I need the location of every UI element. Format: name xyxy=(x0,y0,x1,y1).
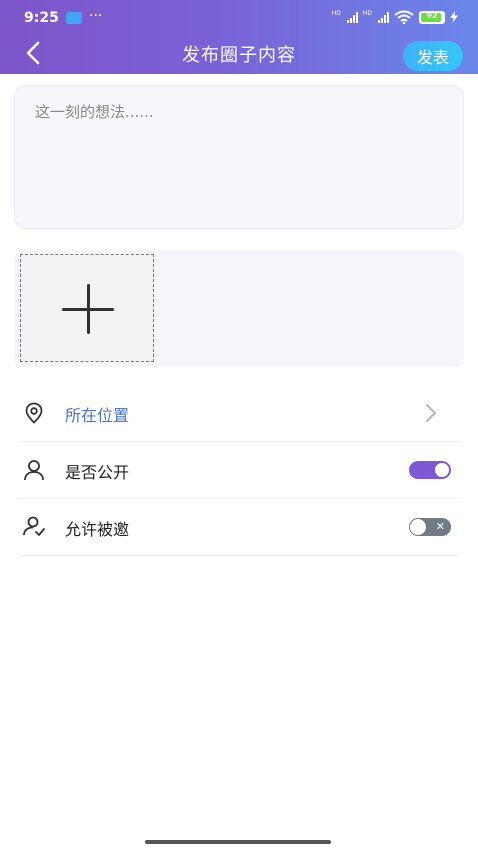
battery-icon: 92 xyxy=(419,10,445,24)
location-row[interactable]: 所在位置 xyxy=(18,384,460,442)
signal-icon xyxy=(346,11,358,23)
allow-invite-label: 允许被邀 xyxy=(65,520,130,539)
close-icon: ✕ xyxy=(435,520,445,533)
signal-icon xyxy=(378,11,389,23)
allow-invite-row: 允许被邀 ✕ xyxy=(18,498,460,556)
charging-icon xyxy=(450,11,458,23)
public-toggle[interactable] xyxy=(409,461,451,479)
publish-button[interactable]: 发表 xyxy=(403,41,463,71)
public-setting-row: 是否公开 xyxy=(18,441,460,499)
post-text-placeholder: 这一刻的想法...... xyxy=(35,103,154,121)
hd-label: HD xyxy=(331,10,341,17)
location-pin-icon xyxy=(25,402,43,424)
app-header: 9:25 ··· HD HD 92 发布圈子内容 发表 xyxy=(0,0,478,74)
home-indicator[interactable] xyxy=(145,840,331,844)
allow-invite-toggle[interactable]: ✕ xyxy=(409,518,451,536)
hd-label: HD xyxy=(362,10,372,17)
more-notifications-icon: ··· xyxy=(89,8,103,24)
add-image-button[interactable] xyxy=(20,254,154,362)
app-notification-icon xyxy=(66,12,82,24)
post-text-input[interactable]: 这一刻的想法...... xyxy=(14,85,464,229)
location-label: 所在位置 xyxy=(65,406,130,425)
back-button[interactable] xyxy=(22,40,46,66)
person-icon xyxy=(24,460,44,481)
wifi-icon xyxy=(394,10,414,24)
public-label: 是否公开 xyxy=(65,463,130,482)
status-indicators: HD HD 92 xyxy=(332,10,458,24)
chevron-right-icon xyxy=(426,404,437,422)
person-check-icon xyxy=(23,516,45,536)
image-upload-panel xyxy=(14,250,464,367)
status-time: 9:25 xyxy=(24,10,59,26)
battery-level: 92 xyxy=(426,10,438,20)
